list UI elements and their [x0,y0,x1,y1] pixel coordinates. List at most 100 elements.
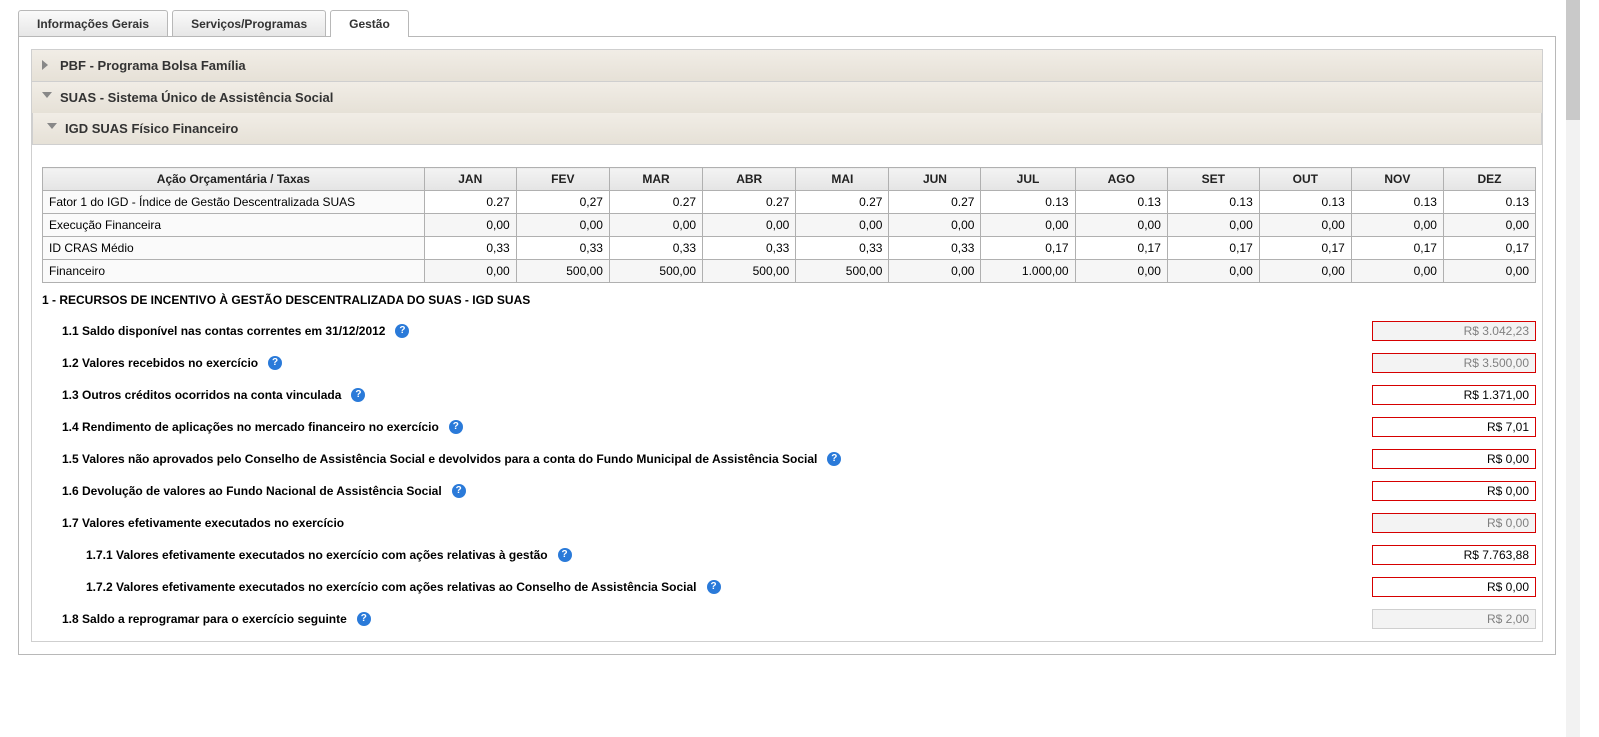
accordion-igd-body: Ação Orçamentária / Taxas JAN FEV MAR AB… [32,145,1542,641]
section1-lines: 1.1 Saldo disponível nas contas corrente… [42,315,1536,635]
col-header-jul: JUL [981,168,1075,191]
cell-value: 0,00 [981,214,1075,237]
field-label: 1.7.1 Valores efetivamente executados no… [42,548,548,562]
field-line: 1.1 Saldo disponível nas contas corrente… [42,315,1536,347]
accordion-pbf-header[interactable]: PBF - Programa Bolsa Família [32,50,1542,81]
cell-value: 0,33 [609,237,702,260]
field-line: 1.5 Valores não aprovados pelo Conselho … [42,443,1536,475]
accordion-suas-title: SUAS - Sistema Único de Assistência Soci… [60,90,333,105]
help-icon[interactable]: ? [395,324,409,338]
tab-gestao-body: PBF - Programa Bolsa Família SUAS - Sist… [18,36,1556,655]
value-input[interactable]: R$ 0,00 [1372,449,1536,469]
table-row: Fator 1 do IGD - Índice de Gestão Descen… [43,191,1536,214]
field-label: 1.4 Rendimento de aplicações no mercado … [42,420,439,434]
cell-value: 0.27 [703,191,796,214]
help-icon[interactable]: ? [827,452,841,466]
col-header-mai: MAI [796,168,889,191]
cell-value: 0,00 [703,214,796,237]
cell-value: 0,33 [424,237,516,260]
field-label: 1.5 Valores não aprovados pelo Conselho … [42,452,817,466]
cell-value: 0,17 [1351,237,1443,260]
chevron-down-icon [42,92,52,98]
tab-bar: Informações Gerais Serviços/Programas Ge… [18,10,1556,37]
col-header-dez: DEZ [1443,168,1535,191]
value-input[interactable]: R$ 0,00 [1372,577,1536,597]
cell-value: 0,00 [1443,214,1535,237]
row-label: Execução Financeira [43,214,425,237]
cell-value: 0,00 [1351,260,1443,283]
table-row: Execução Financeira0,000,000,000,000,000… [43,214,1536,237]
value-input[interactable]: R$ 7,01 [1372,417,1536,437]
value-input[interactable]: R$ 7.763,88 [1372,545,1536,565]
cell-value: 0.27 [889,191,981,214]
accordion-pbf-title: PBF - Programa Bolsa Família [60,58,246,73]
col-header-ago: AGO [1075,168,1167,191]
value-input: R$ 3.500,00 [1372,353,1536,373]
help-icon[interactable]: ? [357,612,371,626]
cell-value: 0.27 [796,191,889,214]
col-header-nov: NOV [1351,168,1443,191]
field-label: 1.2 Valores recebidos no exercício [42,356,258,370]
value-input: R$ 3.042,23 [1372,321,1536,341]
cell-value: 0,33 [796,237,889,260]
cell-value: 0,00 [516,214,609,237]
cell-value: 0,00 [1075,260,1167,283]
value-input[interactable]: R$ 0,00 [1372,481,1536,501]
help-icon[interactable]: ? [558,548,572,562]
help-icon[interactable]: ? [268,356,282,370]
cell-value: 0,33 [516,237,609,260]
cell-value: 0.13 [1443,191,1535,214]
cell-value: 0,00 [1259,260,1351,283]
row-label: Fator 1 do IGD - Índice de Gestão Descen… [43,191,425,214]
help-icon[interactable]: ? [449,420,463,434]
cell-value: 0,33 [889,237,981,260]
cell-value: 0,27 [516,191,609,214]
accordion-igd-title: IGD SUAS Físico Financeiro [65,121,238,136]
cell-value: 0,00 [424,260,516,283]
cell-value: 0.27 [609,191,702,214]
row-label: ID CRAS Médio [43,237,425,260]
cell-value: 500,00 [609,260,702,283]
igd-table: Ação Orçamentária / Taxas JAN FEV MAR AB… [42,167,1536,283]
cell-value: 0.13 [1351,191,1443,214]
cell-value: 0,00 [1259,214,1351,237]
value-input: R$ 0,00 [1372,513,1536,533]
cell-value: 0,00 [796,214,889,237]
tab-gestao[interactable]: Gestão [330,10,409,37]
col-header-jun: JUN [889,168,981,191]
col-header-out: OUT [1259,168,1351,191]
field-label: 1.8 Saldo a reprogramar para o exercício… [42,612,347,626]
help-icon[interactable]: ? [707,580,721,594]
field-line: 1.7.2 Valores efetivamente executados no… [42,571,1536,603]
field-line: 1.8 Saldo a reprogramar para o exercício… [42,603,1536,635]
row-label: Financeiro [43,260,425,283]
cell-value: 0,17 [1167,237,1259,260]
cell-value: 0,00 [889,214,981,237]
cell-value: 0,00 [1075,214,1167,237]
value-input[interactable]: R$ 1.371,00 [1372,385,1536,405]
cell-value: 500,00 [703,260,796,283]
cell-value: 0.13 [981,191,1075,214]
table-row: Financeiro0,00500,00500,00500,00500,000,… [43,260,1536,283]
cell-value: 0,00 [1167,214,1259,237]
field-label: 1.7 Valores efetivamente executados no e… [42,516,344,530]
field-line: 1.6 Devolução de valores ao Fundo Nacion… [42,475,1536,507]
cell-value: 0.13 [1075,191,1167,214]
accordion-suas-header[interactable]: SUAS - Sistema Único de Assistência Soci… [32,82,1542,113]
tab-informacoes-gerais[interactable]: Informações Gerais [18,10,168,37]
help-icon[interactable]: ? [452,484,466,498]
tab-servicos-programas[interactable]: Serviços/Programas [172,10,326,37]
cell-value: 0,00 [1351,214,1443,237]
cell-value: 0,00 [889,260,981,283]
field-line: 1.7 Valores efetivamente executados no e… [42,507,1536,539]
page: Informações Gerais Serviços/Programas Ge… [0,0,1580,737]
table-row: ID CRAS Médio0,330,330,330,330,330,330,1… [43,237,1536,260]
scrollbar-thumb[interactable] [1566,0,1580,120]
accordion-igd-header[interactable]: IGD SUAS Físico Financeiro [32,113,1542,145]
cell-value: 0.13 [1167,191,1259,214]
chevron-right-icon [42,60,48,70]
help-icon[interactable]: ? [351,388,365,402]
col-header-abr: ABR [703,168,796,191]
col-header-acao: Ação Orçamentária / Taxas [43,168,425,191]
cell-value: 500,00 [516,260,609,283]
